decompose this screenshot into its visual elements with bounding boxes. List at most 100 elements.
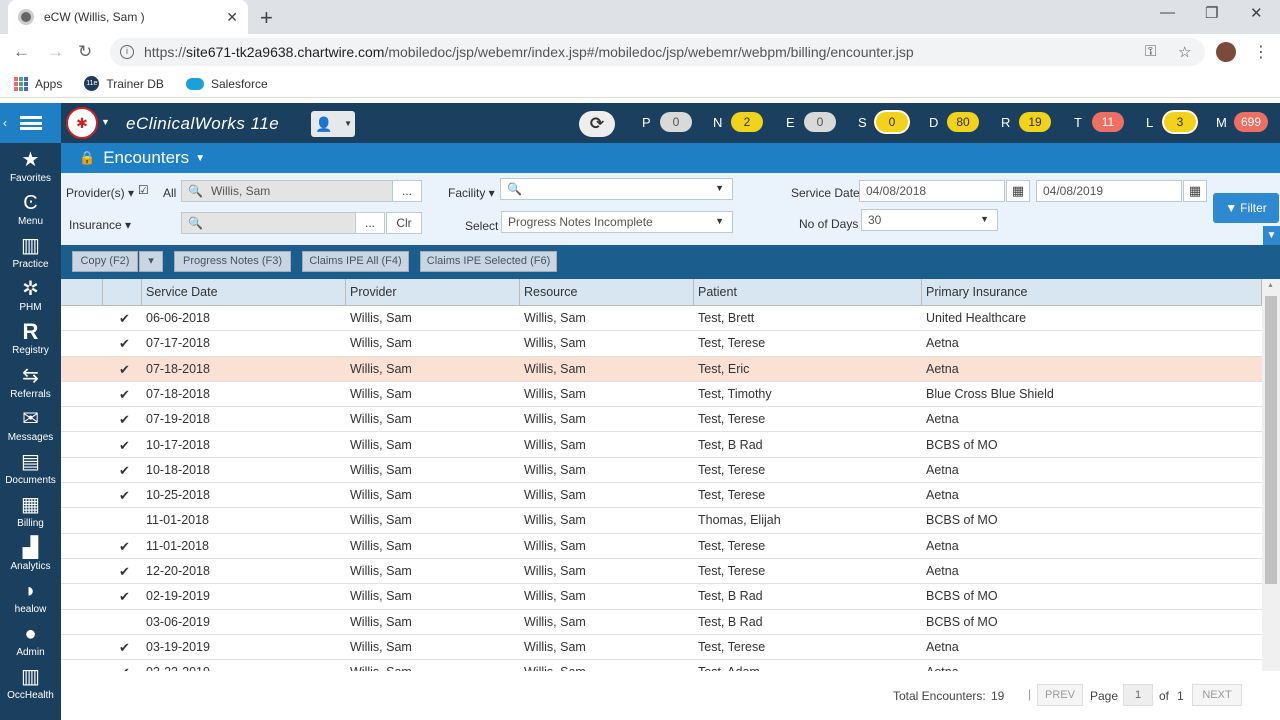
table-row[interactable]: ✔ 10-18-2018 Willis, Sam Willis, Sam Test, T… — [61, 458, 1262, 484]
lock-icon[interactable]: 🔒 — [79, 150, 95, 166]
provider-field[interactable]: 🔍 Willis, Sam — [181, 180, 393, 202]
table-row[interactable]: ✔ 10-25-2018 Willis, Sam Willis, Sam Test, T… — [61, 483, 1262, 509]
insurance-lookup-button[interactable]: ... — [355, 212, 385, 234]
jellybean-count[interactable]: 11 — [1092, 112, 1124, 132]
table-row[interactable]: ✔ 12-20-2018 Willis, Sam Willis, Sam Test, T… — [61, 559, 1262, 585]
all-checkbox[interactable]: ☑ — [138, 183, 149, 197]
table-row[interactable]: ✔ 07-18-2018 Willis, Sam Willis, Sam Test, E… — [61, 356, 1262, 382]
calendar-icon[interactable]: ▦ — [1006, 180, 1030, 202]
sidebar-item-messages[interactable]: ✉ Messages — [0, 406, 61, 449]
header-patient[interactable]: Patient — [694, 279, 922, 306]
next-button[interactable]: NEXT — [1192, 684, 1242, 706]
profile-avatar[interactable] — [1216, 42, 1236, 62]
key-icon[interactable]: ⚿ — [1145, 43, 1156, 60]
bookmark-apps[interactable]: Apps — [14, 76, 62, 91]
jellybean-m[interactable]: M 699 — [1216, 112, 1269, 132]
filter-toggle-icon[interactable]: ▼ — [1263, 226, 1280, 245]
insurance-label[interactable]: Insurance ▾ — [69, 218, 131, 232]
browser-tab[interactable]: eCW (Willis, Sam ) ✕ — [8, 0, 248, 34]
jellybean-l[interactable]: L3 — [1146, 112, 1196, 132]
browser-menu-icon[interactable]: ⋮ — [1253, 42, 1269, 62]
minimize-icon[interactable]: — — [1160, 4, 1175, 21]
jellybean-count[interactable]: 0 — [876, 112, 908, 132]
forward-icon[interactable]: → — [47, 42, 64, 62]
jellybean-t[interactable]: T 11 — [1074, 112, 1124, 132]
jellybean-p[interactable]: P0 — [642, 112, 692, 132]
table-scrollbar[interactable]: ▲ — [1262, 279, 1280, 671]
calendar-icon[interactable]: ▦ — [1183, 180, 1207, 202]
page-title[interactable]: Encounters — [103, 148, 189, 168]
filter-button[interactable]: ▼ Filter — [1213, 193, 1279, 223]
header-service-date[interactable]: Service Date — [142, 279, 346, 306]
no-of-days-dropdown[interactable]: 30 ▼ — [861, 209, 998, 231]
logo-caret-icon[interactable]: ▼ — [101, 117, 110, 127]
facility-dropdown[interactable]: 🔍 ▼ — [500, 178, 733, 200]
restore-icon[interactable]: ❐ — [1205, 4, 1218, 22]
jellybean-s[interactable]: S0 — [858, 112, 908, 132]
jellybean-count[interactable]: 3 — [1164, 112, 1196, 132]
header-provider[interactable]: Provider — [346, 279, 520, 306]
sidebar-item-analytics[interactable]: ▟ Analytics — [0, 535, 61, 578]
copy-dropdown-button[interactable]: ▾ — [139, 251, 163, 272]
table-row[interactable]: ✔ 07-17-2018 Willis, Sam Willis, Sam Test, T… — [61, 331, 1262, 357]
jellybean-count[interactable]: 80 — [947, 112, 979, 132]
back-icon[interactable]: ← — [13, 42, 30, 62]
patient-lookup-button[interactable]: 👤 ▼ — [311, 111, 355, 137]
claims-ipe-selected-button[interactable]: Claims IPE Selected (F6) — [420, 251, 557, 272]
bookmark-salesforce[interactable]: Salesforce — [185, 77, 268, 91]
jellybean-count[interactable]: 699 — [1234, 112, 1269, 132]
sidebar-item-favorites[interactable]: ★ Favorites — [0, 147, 61, 190]
jellybean-count[interactable]: 0 — [804, 112, 836, 132]
prev-button[interactable]: PREV — [1037, 684, 1083, 706]
sidebar-item-menu[interactable]: Ͼ Menu — [0, 190, 61, 233]
table-row[interactable]: ✔ 11-01-2018 Willis, Sam Willis, Sam Test, T… — [61, 534, 1262, 559]
new-tab-icon[interactable]: + — [260, 5, 273, 31]
table-row[interactable]: ✔ 03-22-2019 Willis, Sam Willis, Sam Test, A… — [61, 660, 1262, 671]
date-from-input[interactable]: 04/08/2018 — [859, 180, 1005, 202]
jellybean-count[interactable]: 0 — [660, 112, 692, 132]
sidebar-item-documents[interactable]: ▤ Documents — [0, 449, 61, 492]
jellybean-d[interactable]: D 80 — [929, 112, 979, 132]
table-row[interactable]: 11-01-2018 Willis, Sam Willis, Sam Thomas, … — [61, 508, 1262, 534]
close-tab-icon[interactable]: ✕ — [226, 9, 238, 26]
sidebar-item-admin[interactable]: ● Admin — [0, 621, 61, 664]
jellybean-e[interactable]: E0 — [786, 112, 836, 132]
refresh-button[interactable]: ⟳ — [579, 111, 615, 137]
header-resource[interactable]: Resource — [520, 279, 694, 306]
sidebar-item-occhealth[interactable]: ▥ OccHealth — [0, 664, 61, 707]
scrollbar-thumb[interactable] — [1265, 296, 1277, 584]
claims-ipe-all-button[interactable]: Claims IPE All (F4) — [302, 251, 409, 272]
window-close-icon[interactable]: ✕ — [1250, 4, 1263, 22]
provider-lookup-button[interactable]: ... — [392, 180, 422, 202]
sidebar-item-referrals[interactable]: ⇆ Referrals — [0, 363, 61, 406]
page-number-input[interactable]: 1 — [1123, 684, 1153, 706]
sidebar-item-registry[interactable]: R Registry — [0, 319, 61, 362]
practice-logo[interactable]: ✱ — [66, 107, 98, 139]
table-row[interactable]: ✔ 03-19-2019 Willis, Sam Willis, Sam Test, T… — [61, 635, 1262, 661]
site-info-icon[interactable]: i — [120, 45, 134, 59]
date-to-input[interactable]: 04/08/2019 — [1036, 180, 1182, 202]
sidebar-item-billing[interactable]: ▦ Billing — [0, 492, 61, 535]
table-row[interactable]: ✔ 06-06-2018 Willis, Sam Willis, Sam Test, B… — [61, 306, 1262, 332]
jellybean-count[interactable]: 19 — [1019, 112, 1051, 132]
facility-label[interactable]: Facility ▾ — [448, 186, 495, 200]
table-row[interactable]: 03-06-2019 Willis, Sam Willis, Sam Test, B … — [61, 610, 1262, 635]
jellybean-r[interactable]: R 19 — [1001, 112, 1051, 132]
url-bar[interactable]: i https://site671-tk2a9638.chartwire.com… — [110, 38, 1205, 66]
table-row[interactable]: ✔ 07-18-2018 Willis, Sam Willis, Sam Test, T… — [61, 382, 1262, 408]
table-row[interactable]: ✔ 02-19-2019 Willis, Sam Willis, Sam Test, B… — [61, 584, 1262, 610]
table-row[interactable]: ✔ 07-19-2018 Willis, Sam Willis, Sam Test, T… — [61, 407, 1262, 433]
main-menu-button[interactable]: ‹ — [0, 103, 61, 143]
clear-insurance-button[interactable]: Clr — [386, 212, 422, 234]
select-dropdown[interactable]: Progress Notes Incomplete ▼ — [501, 211, 733, 233]
copy-button[interactable]: Copy (F2) — [72, 251, 138, 272]
table-row[interactable]: ✔ 10-17-2018 Willis, Sam Willis, Sam Test, B… — [61, 433, 1262, 458]
header-primary-insurance[interactable]: Primary Insurance — [922, 279, 1262, 306]
sidebar-item-healow[interactable]: ◗ healow — [0, 578, 61, 621]
scroll-up-icon[interactable]: ▲ — [1267, 282, 1274, 289]
chevron-down-icon[interactable]: ▼ — [195, 153, 205, 164]
sidebar-item-phm[interactable]: ✲ PHM — [0, 276, 61, 319]
jellybean-n[interactable]: N2 — [713, 112, 763, 132]
provider-label[interactable]: Provider(s) ▾ — [66, 186, 134, 200]
progress-notes-button[interactable]: Progress Notes (F3) — [174, 251, 291, 272]
